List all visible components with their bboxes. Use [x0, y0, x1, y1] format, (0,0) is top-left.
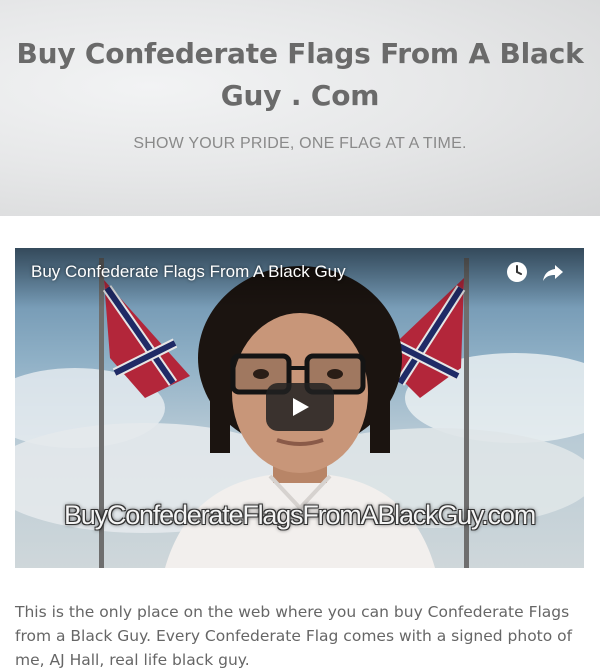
play-button[interactable] [266, 383, 334, 431]
site-header: Buy Confederate Flags From A Black Guy .… [0, 0, 600, 216]
clock-icon[interactable] [505, 260, 529, 284]
video-title[interactable]: Buy Confederate Flags From A Black Guy [31, 262, 346, 282]
play-icon [293, 398, 309, 416]
intro-paragraph: This is the only place on the web where … [15, 602, 573, 669]
video-watermark: BuyConfederateFlagsFromABlackGuy.com [64, 500, 536, 530]
site-title[interactable]: Buy Confederate Flags From A Black Guy .… [10, 33, 590, 117]
video-player[interactable]: Buy Confederate Flags From A Black Guy B… [15, 248, 584, 568]
share-icon[interactable] [541, 260, 565, 284]
site-tagline: SHOW YOUR PRIDE, ONE FLAG AT A TIME. [133, 135, 467, 152]
